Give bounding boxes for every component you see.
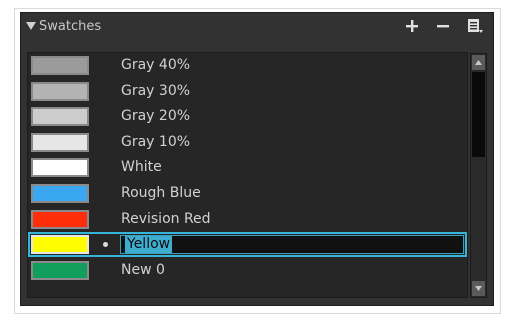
swatch-label: Gray 30% <box>121 82 191 99</box>
add-swatch-button[interactable] <box>401 16 423 36</box>
panel-title[interactable]: Swatches <box>25 17 101 35</box>
plus-icon <box>406 20 418 32</box>
swatch-row[interactable]: White <box>28 155 467 180</box>
panel-header: Swatches <box>21 13 493 41</box>
color-swatch[interactable] <box>31 107 89 127</box>
vertical-scrollbar[interactable] <box>470 53 487 298</box>
swatch-row[interactable]: Revision Red <box>28 207 467 232</box>
color-swatch[interactable] <box>31 56 89 75</box>
panel-title-label: Swatches <box>39 18 102 34</box>
scrollbar-thumb[interactable] <box>472 72 485 157</box>
scroll-up-button[interactable] <box>472 55 485 70</box>
color-swatch[interactable] <box>31 260 89 280</box>
color-swatch[interactable] <box>31 184 89 203</box>
collapse-triangle-icon[interactable] <box>25 21 37 31</box>
swatch-row[interactable]: Gray 40% <box>28 53 467 78</box>
delete-swatch-button[interactable] <box>432 16 454 36</box>
menu-icon <box>468 19 483 33</box>
color-swatch[interactable] <box>31 209 89 229</box>
color-swatch[interactable] <box>31 132 89 152</box>
panel-menu-button[interactable] <box>464 16 486 36</box>
swatches-panel: Swatches Gray 40% Gray 30% Gray 20% Gray 10… <box>20 12 494 306</box>
swatch-row[interactable]: Gray 10% <box>28 130 467 155</box>
swatch-label: Gray 40% <box>121 57 191 73</box>
swatch-row[interactable]: New 0 <box>28 258 467 283</box>
swatch-label: Gray 20% <box>121 108 191 125</box>
swatch-row[interactable]: Gray 30% <box>28 79 467 104</box>
swatch-label: New 0 <box>121 261 165 278</box>
current-swatch-indicator <box>103 242 108 248</box>
swatch-label: Revision Red <box>121 210 211 227</box>
swatch-name-text: Yellow <box>125 236 173 254</box>
swatch-label: Rough Blue <box>121 185 201 201</box>
swatch-row[interactable]: Yellow <box>28 232 467 258</box>
swatch-list[interactable]: Gray 40% Gray 30% Gray 20% Gray 10% White Rou… <box>27 52 468 298</box>
arrow-up-icon <box>475 60 482 65</box>
color-swatch[interactable] <box>31 158 89 178</box>
swatch-name-input[interactable]: Yellow <box>120 235 464 255</box>
arrow-down-icon <box>475 286 482 291</box>
color-swatch[interactable] <box>31 81 89 101</box>
minus-icon <box>437 25 449 28</box>
color-swatch[interactable] <box>31 235 89 255</box>
swatch-label: Gray 10% <box>121 133 191 150</box>
scroll-down-button[interactable] <box>472 281 485 296</box>
swatch-row[interactable]: Gray 20% <box>28 104 467 129</box>
swatch-row[interactable]: Rough Blue <box>28 181 467 206</box>
swatch-label: White <box>121 159 162 176</box>
